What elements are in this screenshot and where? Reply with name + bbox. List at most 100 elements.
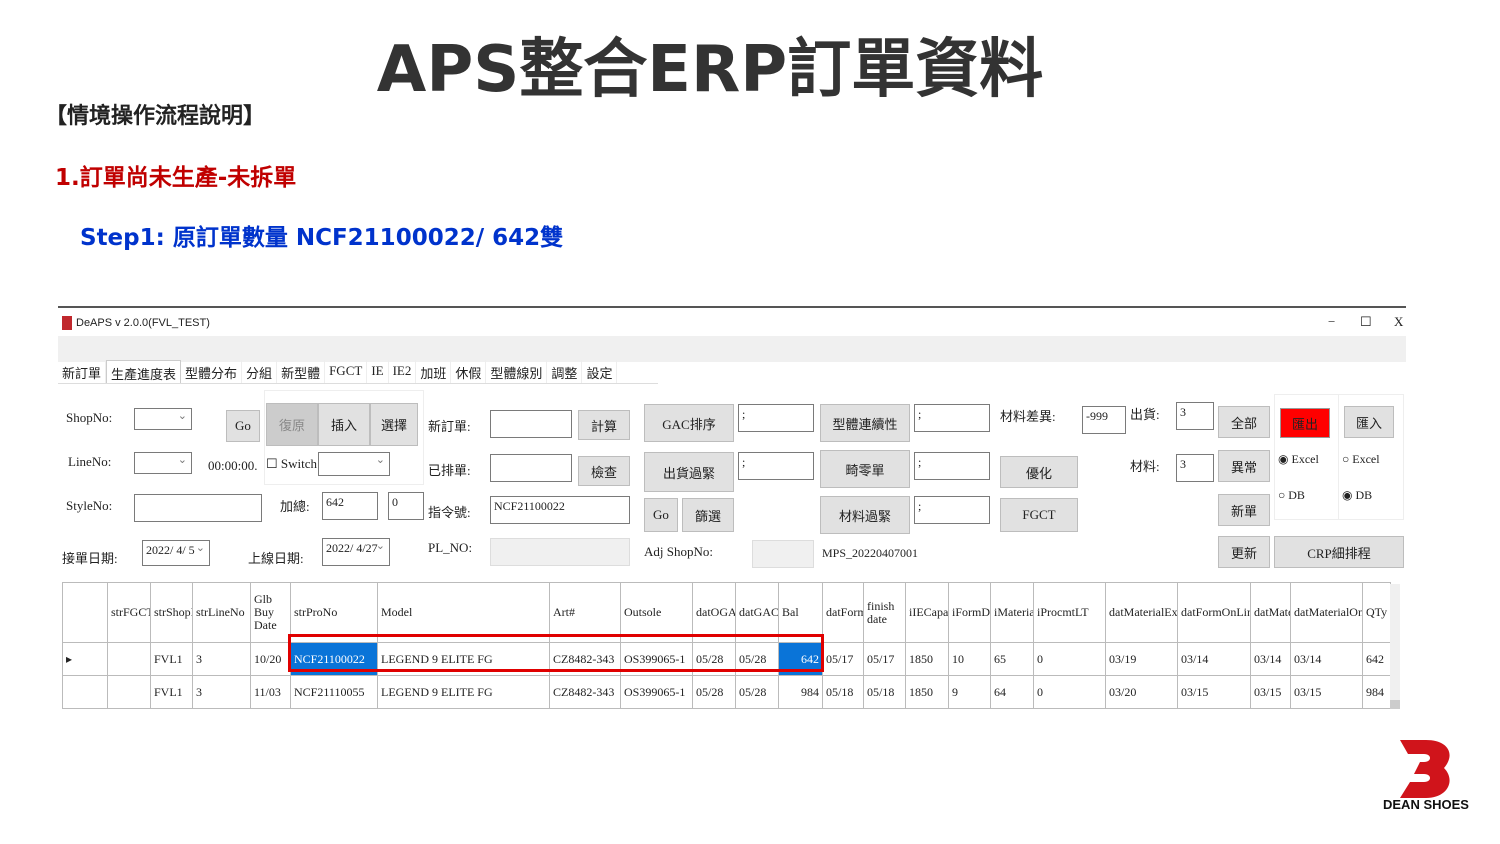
- ship-input[interactable]: 3: [1176, 402, 1214, 430]
- mat-tight-input[interactable]: ;: [914, 496, 990, 524]
- tab-8[interactable]: 加班: [416, 360, 452, 383]
- table-cell[interactable]: 05/28: [692, 675, 736, 709]
- new-order-input[interactable]: [490, 410, 572, 438]
- ship-tight-button[interactable]: 出貨過緊: [644, 452, 734, 492]
- table-cell[interactable]: CZ8482-343: [549, 675, 621, 709]
- filter-button[interactable]: 篩選: [682, 498, 734, 532]
- column-header[interactable]: strLineNo: [192, 582, 251, 643]
- tab-5[interactable]: FGCT: [325, 360, 368, 383]
- column-header[interactable]: strShopI: [150, 582, 193, 643]
- table-cell[interactable]: 3: [192, 675, 251, 709]
- mat-diff-input[interactable]: -999: [1082, 406, 1126, 434]
- column-header[interactable]: iIECapa: [905, 582, 949, 643]
- table-cell[interactable]: 984: [1362, 675, 1391, 709]
- fgct-button[interactable]: FGCT: [1000, 498, 1078, 532]
- table-cell[interactable]: [107, 675, 151, 709]
- plno-input[interactable]: [490, 538, 630, 566]
- table-cell[interactable]: 3: [192, 642, 251, 676]
- table-cell[interactable]: 65: [990, 642, 1034, 676]
- column-header[interactable]: datMate: [1250, 582, 1291, 643]
- table-cell[interactable]: [107, 642, 151, 676]
- recv-date-picker[interactable]: 2022/ 4/ 5: [142, 540, 210, 566]
- crp-schedule-button[interactable]: CRP細排程: [1274, 536, 1404, 568]
- tab-4[interactable]: 新型體: [277, 360, 326, 383]
- style-continuity-button[interactable]: 型體連續性: [820, 404, 910, 442]
- table-cell[interactable]: 9: [948, 675, 991, 709]
- check-button[interactable]: 檢查: [578, 456, 630, 486]
- column-header[interactable]: iFormDa: [948, 582, 991, 643]
- table-cell[interactable]: FVL1: [150, 675, 193, 709]
- table-cell[interactable]: 0: [1033, 675, 1106, 709]
- gac-sort-button[interactable]: GAC排序: [644, 404, 734, 442]
- table-cell[interactable]: 642: [1362, 642, 1391, 676]
- tab-2[interactable]: 型體分布: [181, 360, 243, 383]
- column-header[interactable]: datFormOnLin: [1177, 582, 1251, 643]
- ship-tight-input[interactable]: ;: [738, 452, 814, 480]
- table-cell[interactable]: 05/28: [735, 675, 779, 709]
- odd-order-button[interactable]: 畸零單: [820, 450, 910, 488]
- export-button[interactable]: 匯出: [1280, 408, 1330, 438]
- table-cell[interactable]: ▸: [62, 642, 108, 676]
- table-cell[interactable]: 05/18: [822, 675, 864, 709]
- table-cell[interactable]: 11/03: [250, 675, 291, 709]
- calc-button[interactable]: 計算: [578, 410, 630, 440]
- tab-11[interactable]: 調整: [547, 360, 583, 383]
- table-cell[interactable]: 984: [778, 675, 823, 709]
- maximize-button[interactable]: ☐: [1360, 314, 1372, 330]
- table-cell[interactable]: 03/19: [1105, 642, 1178, 676]
- restore-button[interactable]: 復原: [266, 403, 318, 446]
- table-cell[interactable]: 10: [948, 642, 991, 676]
- table-cell[interactable]: 64: [990, 675, 1034, 709]
- go-button[interactable]: Go: [226, 410, 260, 442]
- column-header[interactable]: datForm: [822, 582, 864, 643]
- select-button[interactable]: 選擇: [370, 403, 418, 446]
- tab-6[interactable]: IE: [367, 360, 389, 383]
- column-header[interactable]: iProcmtLT: [1033, 582, 1106, 643]
- column-header[interactable]: strFGCT: [107, 582, 151, 643]
- gac-input[interactable]: ;: [738, 404, 814, 432]
- table-cell[interactable]: 05/18: [863, 675, 906, 709]
- styleno-input[interactable]: [134, 494, 262, 522]
- export-db-radio[interactable]: ○ DB: [1278, 488, 1305, 503]
- column-header[interactable]: datMaterialOn: [1290, 582, 1363, 643]
- lineno-select[interactable]: [134, 452, 192, 474]
- table-cell[interactable]: 03/14: [1250, 642, 1291, 676]
- table-cell[interactable]: 05/17: [863, 642, 906, 676]
- table-cell[interactable]: 1850: [905, 642, 949, 676]
- table-cell[interactable]: 03/15: [1177, 675, 1251, 709]
- table-cell[interactable]: LEGEND 9 ELITE FG: [377, 675, 550, 709]
- table-cell[interactable]: 03/20: [1105, 675, 1178, 709]
- table-cell[interactable]: NCF21110055: [290, 675, 378, 709]
- column-header[interactable]: Glb Buy Date: [250, 582, 291, 643]
- close-button[interactable]: X: [1394, 314, 1403, 330]
- cmd-input[interactable]: NCF21100022: [490, 496, 630, 524]
- table-scrollbar[interactable]: [1390, 584, 1400, 709]
- table-cell[interactable]: 03/14: [1177, 642, 1251, 676]
- column-header[interactable]: finish date: [863, 582, 906, 643]
- scheduled-input[interactable]: [490, 454, 572, 482]
- adj-shop-input[interactable]: [752, 540, 814, 568]
- total-input[interactable]: 642: [322, 492, 378, 520]
- column-header[interactable]: [62, 582, 108, 643]
- import-db-radio[interactable]: ◉ DB: [1342, 488, 1372, 503]
- table-cell[interactable]: [62, 675, 108, 709]
- column-header[interactable]: iMateria: [990, 582, 1034, 643]
- table-cell[interactable]: 03/14: [1290, 642, 1363, 676]
- table-cell[interactable]: OS399065-1: [620, 675, 693, 709]
- shopno-select[interactable]: [134, 408, 192, 430]
- go2-button[interactable]: Go: [644, 498, 678, 532]
- table-cell[interactable]: 0: [1033, 642, 1106, 676]
- tab-9[interactable]: 休假: [451, 360, 487, 383]
- tab-3[interactable]: 分組: [242, 360, 278, 383]
- export-excel-radio[interactable]: ◉ Excel: [1278, 452, 1319, 467]
- tab-1[interactable]: 生產進度表: [106, 360, 182, 383]
- table-cell[interactable]: 05/17: [822, 642, 864, 676]
- table-cell[interactable]: 1850: [905, 675, 949, 709]
- mat-input[interactable]: 3: [1176, 454, 1214, 482]
- tab-12[interactable]: 設定: [582, 360, 618, 383]
- online-date-picker[interactable]: 2022/ 4/27: [322, 538, 390, 566]
- odd-order-input[interactable]: ;: [914, 452, 990, 480]
- tab-7[interactable]: IE2: [389, 360, 417, 383]
- minimize-button[interactable]: −: [1328, 314, 1335, 330]
- tab-0[interactable]: 新訂單: [58, 360, 107, 383]
